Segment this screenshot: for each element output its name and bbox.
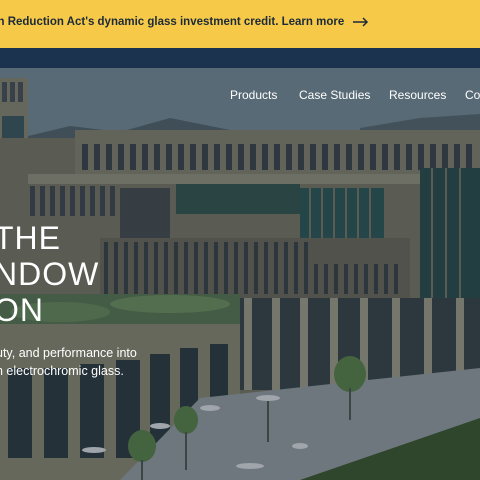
banner-text: dation Reduction Act's dynamic glass inv… (0, 16, 345, 28)
subtext-line-2: n electrochromic glass. (0, 364, 124, 378)
hero-subtext: uty, and performance into n electrochromi… (0, 344, 137, 380)
nav-products[interactable]: Products (230, 88, 277, 102)
hero-headline: THE NDOW ON (0, 220, 99, 328)
nav-company[interactable]: Co (465, 88, 480, 102)
headline-line-1: THE (0, 220, 61, 256)
banner-link[interactable]: dation Reduction Act's dynamic glass inv… (0, 16, 369, 28)
headline-line-3: ON (0, 292, 44, 328)
nav-case-studies[interactable]: Case Studies (299, 88, 370, 102)
headline-line-2: NDOW (0, 256, 100, 292)
announcement-banner[interactable]: dation Reduction Act's dynamic glass inv… (0, 0, 480, 48)
nav-resources[interactable]: Resources (389, 88, 446, 102)
main-nav: Products Case Studies Resources Co (0, 88, 480, 108)
header-band (0, 48, 480, 68)
arrow-right-icon (353, 17, 369, 27)
subtext-line-1: uty, and performance into (0, 346, 137, 360)
